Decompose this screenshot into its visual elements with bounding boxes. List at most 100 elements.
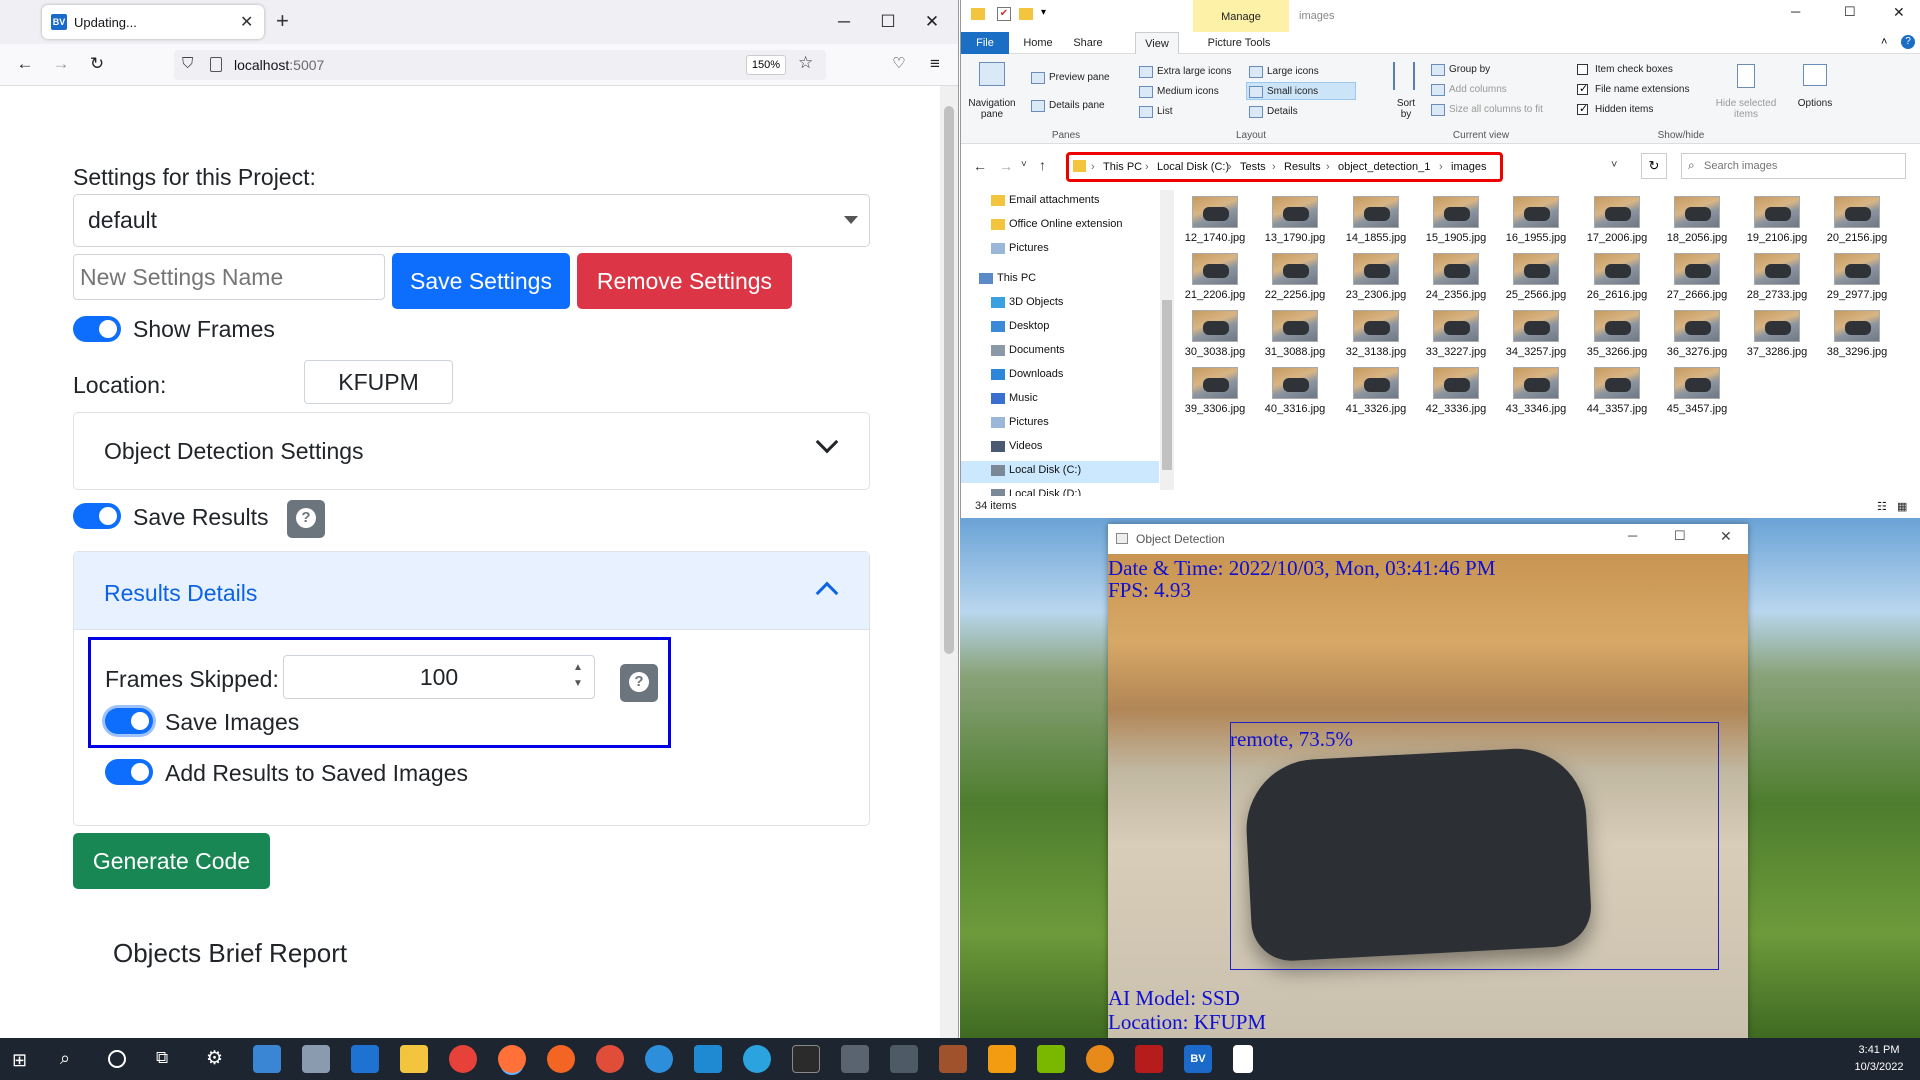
add-results-toggle[interactable] <box>105 759 153 785</box>
bv-app-icon[interactable]: BV <box>1184 1045 1212 1073</box>
file-item[interactable]: 34_3257.jpg <box>1496 310 1576 366</box>
crumb-this-pc[interactable]: This PC <box>1103 161 1142 173</box>
chrome-icon[interactable] <box>449 1045 477 1073</box>
file-item[interactable]: 23_2306.jpg <box>1336 253 1416 309</box>
url-bar[interactable]: ⛉ localhost:5007 150% ☆ <box>174 50 826 80</box>
sort-by-button[interactable]: Sort by <box>1391 98 1421 120</box>
file-item[interactable]: 29_2977.jpg <box>1817 253 1897 309</box>
large-icons-option[interactable]: Large icons <box>1267 66 1319 77</box>
file-explorer-icon[interactable] <box>400 1045 428 1073</box>
extra-large-icons-option[interactable]: Extra large icons <box>1157 66 1231 77</box>
new-folder-icon[interactable] <box>1019 8 1033 20</box>
file-item[interactable]: 35_3266.jpg <box>1577 310 1657 366</box>
crumb-images[interactable]: images <box>1451 161 1486 173</box>
bookmark-star-icon[interactable]: ☆ <box>798 53 813 73</box>
close-tab-icon[interactable]: ✕ <box>240 12 253 32</box>
nav-item[interactable]: This PC <box>997 272 1036 284</box>
file-item[interactable]: 18_2056.jpg <box>1657 196 1737 252</box>
item-check-boxes-checkbox[interactable] <box>1577 64 1588 75</box>
search-input[interactable] <box>1704 158 1894 174</box>
app-icon[interactable] <box>988 1045 1016 1073</box>
object-detection-settings-accordion[interactable]: Object Detection Settings <box>73 412 870 490</box>
maximize-icon[interactable]: ☐ <box>1674 528 1686 544</box>
browser-tab[interactable]: BV Updating... ✕ <box>42 5 264 39</box>
navigation-pane-icon[interactable] <box>979 62 1005 86</box>
nav-item[interactable]: Local Disk (C:) <box>1009 464 1081 476</box>
app-icon[interactable] <box>939 1045 967 1073</box>
crumb-results[interactable]: Results <box>1284 161 1321 173</box>
notepad-icon[interactable] <box>1233 1045 1253 1073</box>
close-window-icon[interactable]: ✕ <box>910 0 954 44</box>
edge-icon[interactable] <box>645 1045 673 1073</box>
group-by-button[interactable]: Group by <box>1449 64 1490 75</box>
file-item[interactable]: 28_2733.jpg <box>1737 253 1817 309</box>
save-images-toggle[interactable] <box>105 708 153 734</box>
new-settings-name-input[interactable] <box>73 254 385 300</box>
nav-item[interactable]: Pictures <box>1009 416 1049 428</box>
qat-dropdown-icon[interactable]: ▾ <box>1041 7 1046 18</box>
app-icon[interactable] <box>1037 1045 1065 1073</box>
manage-tab[interactable]: Manage <box>1193 0 1289 32</box>
browser-app-icon[interactable] <box>596 1045 624 1073</box>
nav-scrollbar-thumb[interactable] <box>1162 300 1172 470</box>
hide-selected-button[interactable]: Hide selected items <box>1711 98 1781 120</box>
details-pane-button[interactable]: Details pane <box>1049 100 1105 111</box>
results-details-header[interactable]: Results Details <box>74 552 869 630</box>
tab-home[interactable]: Home <box>1013 32 1063 54</box>
file-item[interactable]: 37_3286.jpg <box>1737 310 1817 366</box>
forward-icon[interactable]: → <box>46 54 76 74</box>
close-window-icon[interactable]: ✕ <box>1720 528 1732 545</box>
show-frames-toggle[interactable] <box>73 316 121 342</box>
nav-scrollbar[interactable] <box>1160 190 1174 490</box>
back-icon[interactable]: ← <box>973 158 987 174</box>
help-icon[interactable]: ? <box>1901 35 1915 49</box>
file-item[interactable]: 19_2106.jpg <box>1737 196 1817 252</box>
list-option[interactable]: List <box>1157 106 1173 117</box>
file-item[interactable]: 16_1955.jpg <box>1496 196 1576 252</box>
file-item[interactable]: 40_3316.jpg <box>1255 367 1335 423</box>
inkscape-icon[interactable] <box>890 1045 918 1073</box>
terminal-icon[interactable] <box>792 1045 820 1073</box>
app-icon[interactable] <box>302 1045 330 1073</box>
forward-icon[interactable]: → <box>999 158 1013 174</box>
location-input[interactable]: KFUPM <box>304 360 453 404</box>
up-icon[interactable]: ↑ <box>1039 157 1046 173</box>
add-columns-button[interactable]: Add columns <box>1449 84 1507 95</box>
firefox-icon[interactable] <box>498 1045 526 1073</box>
nav-item[interactable]: Pictures <box>1009 242 1049 254</box>
navigation-pane-button[interactable]: Navigation pane <box>967 98 1017 120</box>
details-view-icon[interactable]: ☷ <box>1877 500 1887 513</box>
search-box[interactable]: ⌕ <box>1681 153 1906 179</box>
file-item[interactable]: 41_3326.jpg <box>1336 367 1416 423</box>
file-item[interactable]: 22_2256.jpg <box>1255 253 1335 309</box>
file-item[interactable]: 43_3346.jpg <box>1496 367 1576 423</box>
help-icon[interactable] <box>287 500 325 538</box>
file-item[interactable]: 13_1790.jpg <box>1255 196 1335 252</box>
medium-icons-option[interactable]: Medium icons <box>1157 86 1219 97</box>
file-item[interactable]: 25_2566.jpg <box>1496 253 1576 309</box>
file-item[interactable]: 24_2356.jpg <box>1416 253 1496 309</box>
cortana-icon[interactable] <box>108 1050 126 1068</box>
nav-item[interactable]: 3D Objects <box>1009 296 1063 308</box>
minimize-icon[interactable]: ─ <box>822 0 866 44</box>
properties-icon[interactable]: ✔ <box>997 7 1011 21</box>
file-item[interactable]: 27_2666.jpg <box>1657 253 1737 309</box>
refresh-icon[interactable]: ↻ <box>1641 153 1667 179</box>
nav-item[interactable]: Office Online extension <box>1009 218 1123 230</box>
thumbnails-view-icon[interactable]: ▦ <box>1897 500 1907 513</box>
spinner-arrows-icon[interactable]: ▲ ▼ <box>568 660 588 694</box>
recent-dropdown-icon[interactable]: ˅ <box>1021 159 1027 170</box>
file-item[interactable]: 44_3357.jpg <box>1577 367 1657 423</box>
blender-icon[interactable] <box>1086 1045 1114 1073</box>
tab-share[interactable]: Share <box>1063 32 1113 54</box>
search-icon[interactable]: ⌕ <box>60 1048 70 1069</box>
breadcrumb[interactable]: › This PC › Local Disk (C:) › Tests › Re… <box>1066 152 1503 182</box>
tab-file[interactable]: File <box>961 32 1009 54</box>
maximize-icon[interactable]: ☐ <box>1844 4 1856 20</box>
hidden-items-checkbox[interactable] <box>1577 102 1588 115</box>
url-text[interactable]: localhost:5007 <box>234 57 324 73</box>
help-icon[interactable] <box>620 664 658 702</box>
nav-item[interactable]: Documents <box>1009 344 1065 356</box>
close-window-icon[interactable]: ✕ <box>1893 4 1905 21</box>
file-item[interactable]: 30_3038.jpg <box>1175 310 1255 366</box>
